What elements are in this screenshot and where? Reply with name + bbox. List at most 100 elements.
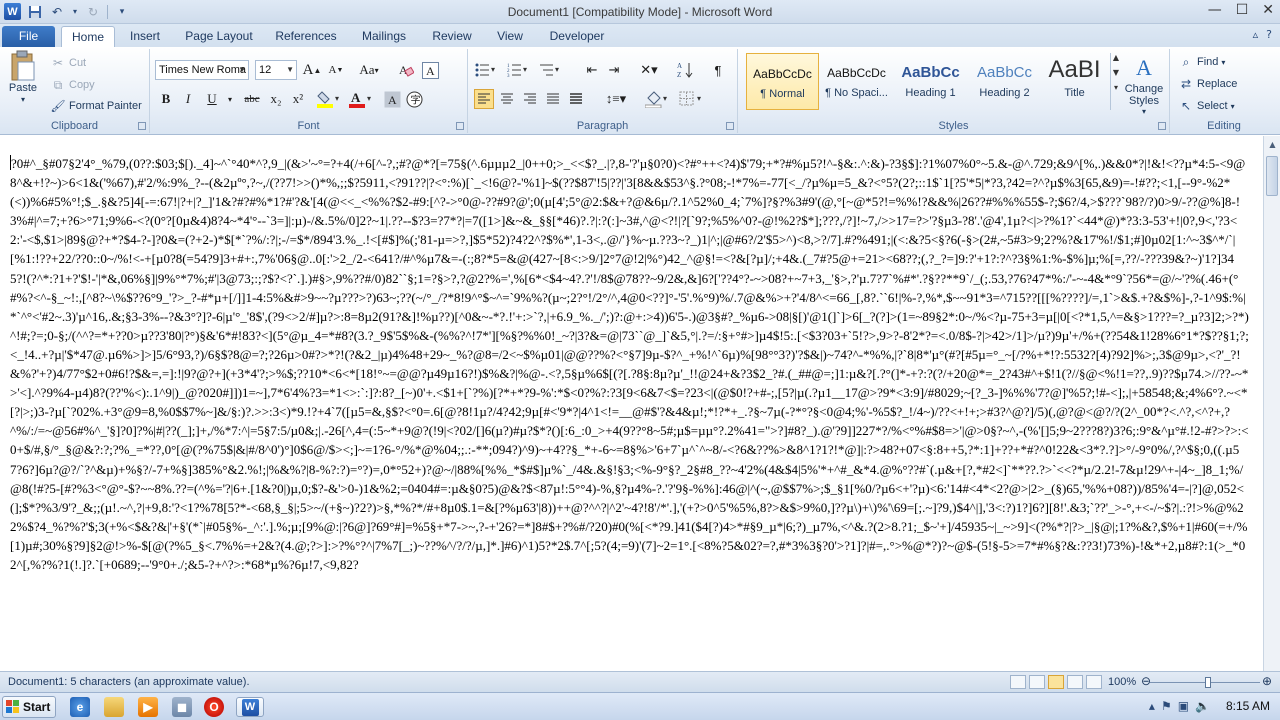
gallery-down-icon[interactable]: ▼ [1111, 68, 1121, 77]
tab-mailings[interactable]: Mailings [355, 26, 413, 47]
copy-button[interactable]: ⧉ Copy [50, 77, 95, 93]
multilevel-list-button[interactable]: ▾ [538, 60, 564, 80]
style-heading-1[interactable]: AaBbCc Heading 1 [894, 53, 967, 110]
justify-button[interactable] [543, 89, 563, 109]
flag-icon[interactable]: ⚑ [1161, 699, 1172, 713]
style-sample: AaBbCc [976, 64, 1033, 81]
align-left-button[interactable] [474, 89, 494, 109]
sort-icon[interactable]: AZ [676, 60, 696, 80]
zoom-in-icon[interactable]: ⊕ [1262, 674, 1272, 688]
decrease-indent-icon[interactable]: ⇤ [582, 60, 602, 80]
tab-page-layout[interactable]: Page Layout [180, 26, 258, 47]
change-styles-button[interactable]: A Change Styles ▾ [1122, 53, 1166, 116]
gallery-up-icon[interactable]: ▲ [1111, 53, 1121, 62]
align-center-button[interactable] [497, 89, 517, 109]
font-color-button[interactable]: A ▾ [348, 89, 376, 109]
cut-button[interactable]: ✂ Cut [50, 55, 86, 71]
scroll-thumb[interactable] [1266, 156, 1278, 196]
vertical-scrollbar[interactable]: ▲ [1263, 136, 1280, 671]
tab-insert[interactable]: Insert [121, 26, 169, 47]
text-effects-icon[interactable]: A [420, 60, 440, 80]
tab-view[interactable]: View [490, 26, 530, 47]
style-title[interactable]: AaBI Title [1038, 53, 1111, 110]
tab-review[interactable]: Review [427, 26, 477, 47]
word-taskbar-button[interactable]: W [236, 697, 264, 717]
opera-icon[interactable]: O [204, 697, 224, 717]
font-name-combo[interactable]: Times New Roma ▼ [155, 60, 249, 80]
superscript-button[interactable]: x² [288, 89, 308, 109]
font-launcher-icon[interactable] [456, 122, 464, 130]
folder-icon[interactable] [104, 697, 124, 717]
gallery-more-icon[interactable]: ▾ [1111, 83, 1121, 92]
close-icon[interactable]: ✕ [1262, 2, 1274, 18]
subscript-button[interactable]: x₂ [266, 89, 286, 109]
view-web-layout-button[interactable] [1048, 675, 1064, 689]
view-outline-button[interactable] [1067, 675, 1083, 689]
clipboard-launcher-icon[interactable] [138, 122, 146, 130]
highlight-button[interactable]: ▾ [316, 89, 344, 109]
view-draft-button[interactable] [1086, 675, 1102, 689]
scroll-up-icon[interactable]: ▲ [1264, 136, 1280, 152]
svg-text:▾: ▾ [523, 65, 527, 74]
bullets-button[interactable]: ▾ [474, 60, 500, 80]
increase-indent-icon[interactable]: ⇥ [604, 60, 624, 80]
tab-home[interactable]: Home [61, 26, 115, 47]
style-no-spacing[interactable]: AaBbCcDc ¶ No Spaci... [820, 53, 893, 110]
change-case-button[interactable]: Aa ▾ [356, 60, 382, 80]
zoom-level[interactable]: 100% [1108, 676, 1136, 688]
zoom-out-icon[interactable]: ⊖ [1141, 674, 1151, 688]
network-icon[interactable]: ▣ [1178, 699, 1189, 713]
help-icon[interactable]: ? [1266, 28, 1272, 41]
minimize-icon[interactable]: — [1208, 2, 1222, 18]
zoom-slider-knob[interactable] [1205, 677, 1211, 688]
tray-arrow-icon[interactable]: ▴ [1149, 699, 1155, 713]
clock[interactable]: 8:15 AM [1226, 699, 1270, 713]
paragraph-launcher-icon[interactable] [726, 122, 734, 130]
view-print-layout-button[interactable] [1010, 675, 1026, 689]
gallery-scroll[interactable]: ▲ ▼ ▾ [1110, 53, 1121, 110]
replace-button[interactable]: ⇄ Replace [1178, 76, 1237, 92]
minimize-ribbon-icon[interactable]: ▵ [1253, 28, 1259, 41]
tab-file[interactable]: File [2, 26, 55, 47]
align-right-button[interactable] [520, 89, 540, 109]
asian-layout-button[interactable]: ✕▾ [636, 60, 662, 80]
tab-developer[interactable]: Developer [544, 26, 610, 47]
select-button[interactable]: ↖ Select ▾ [1178, 98, 1235, 114]
shading-button[interactable]: ▾ [644, 89, 672, 109]
grow-font-icon[interactable]: A ▲ [302, 60, 322, 80]
style-normal[interactable]: AaBbCcDc ¶ Normal [746, 53, 819, 110]
font-size-combo[interactable]: 12 ▼ [255, 60, 297, 80]
numbering-button[interactable]: 1 2 3 ▾ [506, 60, 532, 80]
styles-launcher-icon[interactable] [1158, 122, 1166, 130]
format-painter-button[interactable]: 🖌 Format Painter [50, 98, 141, 114]
cut-label: Cut [69, 57, 87, 69]
find-button[interactable]: ⌕ Find ▾ [1178, 54, 1226, 70]
view-full-screen-reading-button[interactable] [1029, 675, 1045, 689]
volume-icon[interactable]: 🔈 [1195, 699, 1210, 713]
internet-explorer-icon[interactable]: e [70, 697, 90, 717]
style-heading-2[interactable]: AaBbCc Heading 2 [968, 53, 1041, 110]
line-spacing-button[interactable]: ↕≡▾ [602, 89, 630, 109]
paste-button[interactable]: Paste ▾ [4, 50, 42, 104]
app-icon[interactable]: ◼ [172, 697, 192, 717]
show-marks-button[interactable]: ¶ [708, 60, 728, 80]
shrink-font-icon[interactable]: A ▼ [326, 60, 346, 80]
borders-button[interactable]: ▾ [678, 89, 706, 109]
strikethrough-button[interactable]: abc [240, 89, 264, 109]
document-body[interactable]: ?0#^_§#07§2'4°_%79,(0??:$03;$[)._4]~^`°4… [10, 154, 1250, 574]
media-player-icon[interactable]: ▶ [138, 697, 158, 717]
maximize-icon[interactable]: ☐ [1236, 2, 1249, 18]
character-shading-icon[interactable]: A [382, 89, 402, 109]
paste-dropdown-icon[interactable]: ▾ [21, 95, 25, 104]
underline-button[interactable]: U [202, 89, 222, 109]
enclose-characters-icon[interactable]: 字 [404, 89, 424, 109]
start-button[interactable]: Start [2, 696, 56, 718]
tab-references[interactable]: References [270, 26, 342, 47]
bold-button[interactable]: B [156, 89, 176, 109]
distributed-button[interactable] [566, 89, 586, 109]
document-canvas[interactable]: ?0#^_§#07§2'4°_%79,(0??:$03;$[)._4]~^`°4… [0, 150, 1263, 671]
underline-dropdown-icon[interactable]: ▾ [220, 89, 240, 109]
italic-button[interactable]: I [178, 89, 198, 109]
clear-formatting-icon[interactable]: A [396, 60, 416, 80]
style-sample: AaBbCcDc [827, 66, 886, 80]
